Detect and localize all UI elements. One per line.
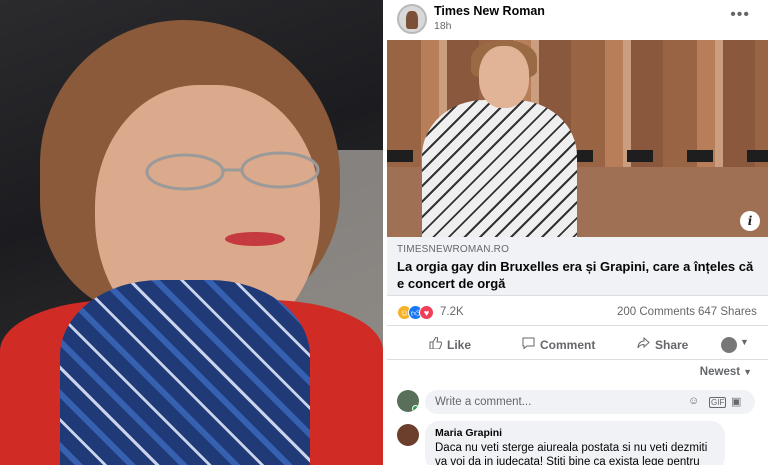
composite-image: Times New Roman 18h ••• i TIMESNEWROMAN.… bbox=[0, 0, 768, 465]
glasses-icon bbox=[145, 151, 320, 191]
current-user-avatar[interactable] bbox=[397, 390, 419, 412]
woman-face bbox=[479, 46, 529, 108]
online-status-dot bbox=[412, 405, 419, 412]
gif-icon[interactable]: GIF bbox=[709, 397, 727, 408]
info-icon[interactable]: i bbox=[740, 211, 760, 231]
comment-box[interactable]: ☺ GIF ▣ bbox=[425, 390, 755, 414]
comments-count[interactable]: 200 Comments bbox=[617, 306, 695, 318]
share-arrow-icon bbox=[637, 336, 650, 352]
emoji-icon[interactable]: ☺ bbox=[688, 395, 699, 407]
lips bbox=[225, 232, 285, 246]
sticker-icon[interactable]: ▣ bbox=[731, 395, 741, 408]
comment-bubble: Maria Grapini Daca nu veti sterge aiurea… bbox=[425, 421, 725, 465]
thumbs-up-icon bbox=[429, 336, 443, 352]
link-title: La orgia gay din Bruxelles era și Grapin… bbox=[397, 259, 754, 291]
blue-scarf bbox=[60, 280, 310, 465]
shares-count[interactable]: 647 Shares bbox=[698, 306, 757, 318]
sort-label: Newest bbox=[699, 366, 741, 378]
share-button[interactable]: Share bbox=[637, 336, 689, 352]
post-timestamp[interactable]: 18h bbox=[434, 20, 452, 32]
comment-text: Daca nu veti sterge aiureala postata si … bbox=[435, 442, 708, 465]
portrait-photo bbox=[0, 0, 383, 465]
link-preview[interactable]: TIMESNEWROMAN.RO La orgia gay din Bruxel… bbox=[387, 237, 768, 296]
share-label: Share bbox=[655, 338, 689, 352]
post-as-avatar[interactable] bbox=[721, 337, 737, 353]
chevron-down-icon: ▼ bbox=[743, 367, 752, 377]
reactions-count[interactable]: 7.2K bbox=[440, 306, 464, 318]
avatar-figure bbox=[406, 11, 418, 29]
post-header: Times New Roman 18h ••• bbox=[387, 0, 768, 38]
post-stats: ☺ 👍︎ ♥ 7.2K 200 Comments 647 Shares bbox=[387, 300, 768, 326]
more-options-button[interactable]: ••• bbox=[730, 6, 750, 24]
speech-bubble-icon bbox=[522, 337, 535, 352]
like-label: Like bbox=[447, 338, 472, 352]
chevron-down-icon[interactable]: ▼ bbox=[740, 337, 749, 347]
woman-figure bbox=[422, 100, 577, 237]
comment-sort-dropdown[interactable]: Newest ▼ bbox=[700, 366, 752, 378]
post-image[interactable]: i bbox=[387, 40, 768, 237]
comment-label: Comment bbox=[540, 338, 596, 352]
link-domain: TIMESNEWROMAN.RO bbox=[397, 244, 510, 255]
page-name[interactable]: Times New Roman bbox=[434, 4, 545, 18]
like-button[interactable]: Like bbox=[429, 336, 472, 352]
comment-button[interactable]: Comment bbox=[522, 337, 595, 352]
post-actions: Like Comment Share ▼ bbox=[387, 330, 768, 360]
comment-author[interactable]: Maria Grapini bbox=[435, 427, 502, 439]
page-avatar[interactable] bbox=[397, 4, 427, 34]
comment-input[interactable] bbox=[435, 393, 675, 411]
facebook-post: Times New Roman 18h ••• i TIMESNEWROMAN.… bbox=[387, 0, 768, 465]
commenter-avatar[interactable] bbox=[397, 424, 419, 446]
love-reaction-icon: ♥ bbox=[419, 305, 434, 320]
